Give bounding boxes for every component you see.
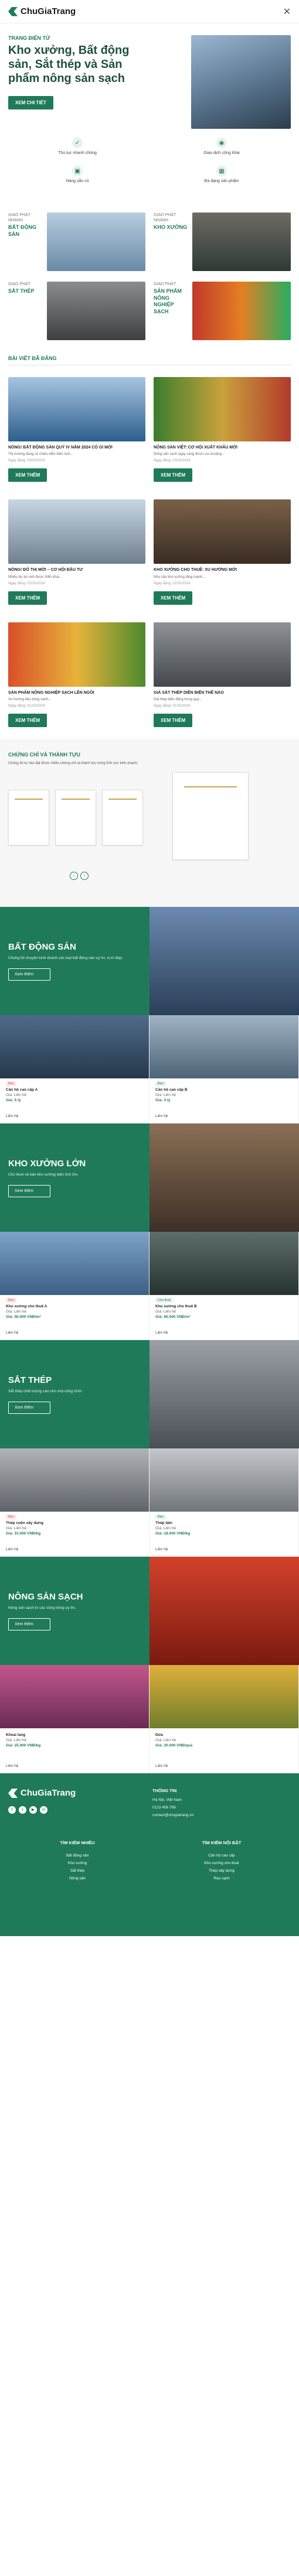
product-card[interactable]: Khoai lang Giá: Liên hệ Giá: 25.000 VNĐ/kg… [0, 1665, 150, 1774]
feature-item: ▣ Hàng sẵn có [8, 166, 147, 183]
section-image [150, 1340, 299, 1449]
product-card[interactable]: Bán Thép cuộn xây dựng Giá: Liên hệ Giá: 15… [0, 1448, 150, 1557]
news-title: BÀI VIẾT ĐÃ ĐĂNG [8, 352, 291, 365]
phone: 0123 456 789 [152, 1806, 176, 1810]
footer-link[interactable]: Nông sản [8, 1875, 147, 1882]
product-card[interactable]: Bán Thép tấm Giá: Liên hệ Giá: 18.000 VNĐ/k… [150, 1448, 299, 1557]
news-card: NÓNG! ĐÔ THỊ MỚI – CƠ HỘI ĐẦU TƯ Nhiều dự… [8, 499, 145, 605]
read-more-button[interactable]: XEM THÊM [154, 591, 193, 605]
certificate-image[interactable] [55, 790, 96, 846]
box-icon: ▣ [72, 166, 83, 176]
view-more-button[interactable]: Xem thêm [8, 1618, 50, 1630]
section-image [150, 1123, 299, 1232]
category-item[interactable]: GIAO PHÁT SẢN PHẨM NÔNG NGHIỆP SẠCH [154, 282, 291, 340]
news-list: NÓNG! BẤT ĐỘNG SẢN QUÝ IV NĂM 2024 CÓ GÌ… [0, 365, 299, 739]
section-real-estate: BẤT ĐỘNG SẢN Chúng tôi chuyên kinh doanh … [0, 907, 299, 1124]
features: ✓ Thủ tục nhanh chóng ◉ Giao dịch công kha… [0, 126, 299, 201]
read-more-button[interactable]: XEM THÊM [154, 468, 193, 482]
product-card[interactable]: Bán Kho xưởng cho thuê A Giá: Liên hệ Giá: … [0, 1232, 150, 1341]
feature-item: ✓ Thủ tục nhanh chóng [8, 138, 147, 155]
footer-link[interactable]: Rau sạch [152, 1875, 291, 1882]
section-steel: SẮT THÉP Sắt thép chất lượng cao cho mọi … [0, 1340, 299, 1557]
section-image [150, 1557, 299, 1666]
footer-link[interactable]: Kho xưởng cho thuê [152, 1859, 291, 1867]
news-card: NÓNG! BẤT ĐỘNG SẢN QUÝ IV NĂM 2024 CÓ GÌ… [8, 377, 145, 482]
categories: GIAO PHÁT NHANH BẤT ĐỘNG SẢN GIAO PHÁT NH… [0, 201, 299, 352]
footer-link[interactable]: Căn hộ cao cấp [152, 1852, 291, 1859]
feature-item: ◉ Giao dịch công khai [152, 138, 291, 155]
view-more-button[interactable]: Xem thêm [8, 1184, 50, 1197]
eye-icon: ◉ [216, 138, 227, 148]
header: ChuGiaTrang ✕ [0, 0, 299, 23]
menu-icon[interactable]: ✕ [283, 6, 291, 18]
facebook-icon[interactable]: f [8, 1806, 16, 1814]
certificates: CHỨNG CHỈ VÀ THÀNH TỰU Chúng tôi tự hào … [0, 739, 299, 907]
footer-link[interactable]: Bất động sản [8, 1852, 147, 1859]
hero-image [191, 35, 291, 129]
email: contact@chugiatrang.vn [152, 1813, 194, 1818]
read-more-button[interactable]: XEM THÊM [8, 714, 47, 728]
product-card[interactable]: Cho thuê Kho xưởng cho thuê B Giá: Liên hệ… [150, 1232, 299, 1341]
news-card: SẢN PHẨM NÔNG NGHIỆP SẠCH LÊN NGÔI Xu hướ… [8, 622, 145, 728]
logo-icon [8, 6, 18, 16]
twitter-icon[interactable]: t [19, 1806, 26, 1814]
category-item[interactable]: GIAO PHÁT NHANH KHO XƯỞNG [154, 213, 291, 271]
view-more-button[interactable]: Xem thêm [8, 1401, 50, 1414]
news-card: KHO XƯỞNG CHO THUÊ: XU HƯỚNG MỚI Nhu cầu … [154, 499, 291, 605]
product-card[interactable]: Bán Căn hộ cao cấp B Giá: Liên hệ Giá: 4 tỷ… [150, 1015, 299, 1124]
section-warehouse: KHO XƯỞNG LỚN Cho thuê và bán kho xưởng d… [0, 1123, 299, 1341]
view-more-button[interactable]: Xem thêm [8, 968, 50, 981]
address: Hà Nội, Việt Nam [152, 1798, 182, 1803]
certificate-image[interactable] [102, 790, 143, 846]
youtube-icon[interactable]: ▶ [29, 1806, 37, 1814]
check-icon: ✓ [72, 138, 83, 148]
footer-link[interactable]: Kho xưởng [8, 1859, 147, 1867]
logo[interactable]: ChuGiaTrang [8, 6, 76, 16]
feature-item: ▦ Đa dạng sản phẩm [152, 166, 291, 183]
prev-icon[interactable]: ‹ [70, 872, 78, 881]
category-item[interactable]: GIAO PHÁT SẮT THÉP [8, 282, 145, 340]
certs-desc: Chúng tôi tự hào đạt được nhiều chứng ch… [8, 762, 138, 766]
footer-logo[interactable]: ChuGiaTrang [8, 1788, 147, 1798]
logo-icon [8, 1788, 18, 1798]
read-more-button[interactable]: XEM THÊM [154, 714, 193, 728]
news-card: GIÁ SẮT THÉP DIỄN BIẾN THẾ NÀO Giá thép b… [154, 622, 291, 728]
hero-title: Kho xưởng, Bất động sản, Sắt thép và Sản… [8, 44, 130, 85]
grid-icon: ▦ [216, 166, 227, 176]
section-image [150, 907, 299, 1016]
footer-link[interactable]: Sắt thép [8, 1867, 147, 1875]
read-more-button[interactable]: XEM THÊM [8, 468, 47, 482]
certificate-image[interactable] [172, 772, 249, 861]
read-more-button[interactable]: XEM THÊM [8, 591, 47, 605]
product-card[interactable]: Bán Căn hộ cao cấp A Giá: Liên hệ Giá: 5 tỷ… [0, 1015, 150, 1124]
footer: ChuGiaTrang f t ▶ in THÔNG TIN Hà Nội, Việt… [0, 1773, 299, 1937]
linkedin-icon[interactable]: in [40, 1806, 47, 1814]
section-produce: NÔNG SẢN SẠCH Nông sản sạch từ các vùng t… [0, 1557, 299, 1774]
certificate-image[interactable] [8, 790, 49, 846]
certs-title: CHỨNG CHỈ VÀ THÀNH TỰU [8, 752, 80, 758]
product-card[interactable]: Dứa Giá: Liên hệ Giá: 20.000 VNĐ/quả Liên h… [150, 1665, 299, 1774]
footer-link[interactable]: Thép xây dựng [152, 1867, 291, 1875]
next-icon[interactable]: › [80, 872, 89, 881]
hero-cta-button[interactable]: XEM CHI TIẾT [8, 96, 53, 109]
news-card: NÔNG SẢN VIỆT: CƠ HỘI XUẤT KHẨU MỚI Nông … [154, 377, 291, 482]
hero: TRANG ĐIỆN TỬ Kho xưởng, Bất động sản, S… [0, 23, 299, 129]
category-item[interactable]: GIAO PHÁT NHANH BẤT ĐỘNG SẢN [8, 213, 145, 271]
